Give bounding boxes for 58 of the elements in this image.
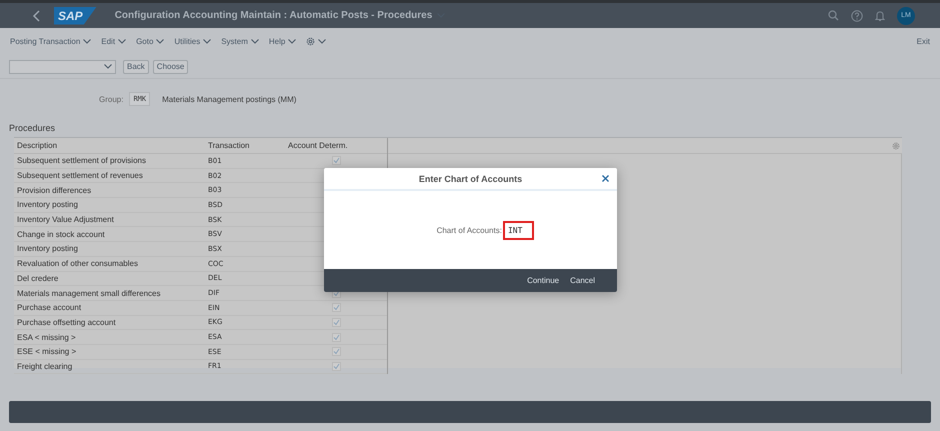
table-cell-text: Inventory Value Adjustment — [16, 215, 115, 224]
table-cell-text: Freight clearing — [16, 362, 74, 371]
table-cell-text: Del credere — [16, 274, 60, 283]
toolbar-button[interactable]: Back — [123, 60, 149, 74]
window-title: Configuration Accounting Maintain : Automatic Posts - Procedures — [114, 10, 432, 21]
checkbox[interactable] — [332, 303, 341, 312]
bell-icon[interactable] — [875, 10, 885, 22]
table-cell-text: Subsequent settlement of provisions — [16, 156, 147, 166]
menu-item[interactable]: Utilities — [174, 37, 212, 46]
table-cell-text: ESA < missing > — [16, 332, 77, 342]
chevron-down-icon — [156, 39, 164, 44]
table-cell-text: Inventory posting — [16, 244, 79, 254]
checkbox[interactable] — [332, 332, 341, 342]
column-header[interactable]: Account Determ. — [285, 141, 388, 150]
chevron-down-icon — [250, 39, 259, 44]
exit-button[interactable]: Exit — [916, 37, 930, 46]
menu-item[interactable]: Help — [268, 37, 296, 46]
chevron-down-icon — [83, 39, 92, 44]
close-icon[interactable] — [602, 175, 609, 182]
dialog-title: Enter Chart of Accounts — [418, 174, 522, 184]
dialog-button[interactable]: Cancel — [566, 274, 599, 287]
settings-icon[interactable] — [892, 142, 900, 150]
command-field[interactable] — [9, 60, 116, 74]
help-icon[interactable] — [851, 10, 863, 22]
checkbox[interactable] — [332, 318, 341, 327]
checkbox[interactable] — [332, 156, 341, 166]
table-cell-text: Materials management small differences — [16, 288, 162, 298]
menu-item[interactable]: Posting Transaction — [10, 37, 92, 46]
search-icon[interactable] — [828, 10, 839, 21]
table-cell-text: ESE < missing > — [16, 347, 78, 356]
column-header[interactable]: Transaction — [205, 141, 285, 150]
checkbox[interactable] — [332, 347, 341, 356]
menu-item[interactable]: System — [221, 37, 259, 46]
column-header[interactable]: Description — [14, 141, 205, 150]
table-cell-text: Inventory posting — [16, 200, 79, 210]
table-cell-text: Revaluation of other consumables — [16, 259, 139, 268]
chevron-down-icon — [318, 39, 326, 44]
checkbox[interactable] — [332, 362, 341, 371]
group-label: Group: — [99, 94, 124, 104]
table-cell-text: Change in stock account — [16, 230, 106, 239]
field-label: Chart of Accounts: — [436, 226, 502, 234]
chevron-down-icon — [288, 39, 296, 44]
dialog-button[interactable]: Continue — [523, 274, 564, 287]
group-description: Materials Management postings (MM) — [162, 94, 296, 104]
toolbar-button[interactable]: Choose — [152, 60, 188, 74]
chevron-down-icon — [203, 39, 212, 44]
menu-item[interactable]: Goto — [136, 37, 164, 46]
settings-icon[interactable] — [306, 37, 316, 46]
table-cell-text: Subsequent settlement of revenues — [16, 171, 144, 180]
chevron-down-icon — [118, 39, 126, 44]
table-cell-text: Purchase offsetting account — [16, 318, 117, 327]
chart-of-accounts-field[interactable]: INT — [502, 220, 534, 240]
sap-logo[interactable]: SAP — [54, 6, 97, 24]
menu-item[interactable]: Edit — [101, 37, 126, 46]
table-cell-text: Provision differences — [16, 186, 92, 195]
chevron-down-icon — [104, 64, 112, 69]
section-title: Procedures — [8, 122, 56, 135]
table-cell-text: Purchase account — [16, 303, 82, 312]
